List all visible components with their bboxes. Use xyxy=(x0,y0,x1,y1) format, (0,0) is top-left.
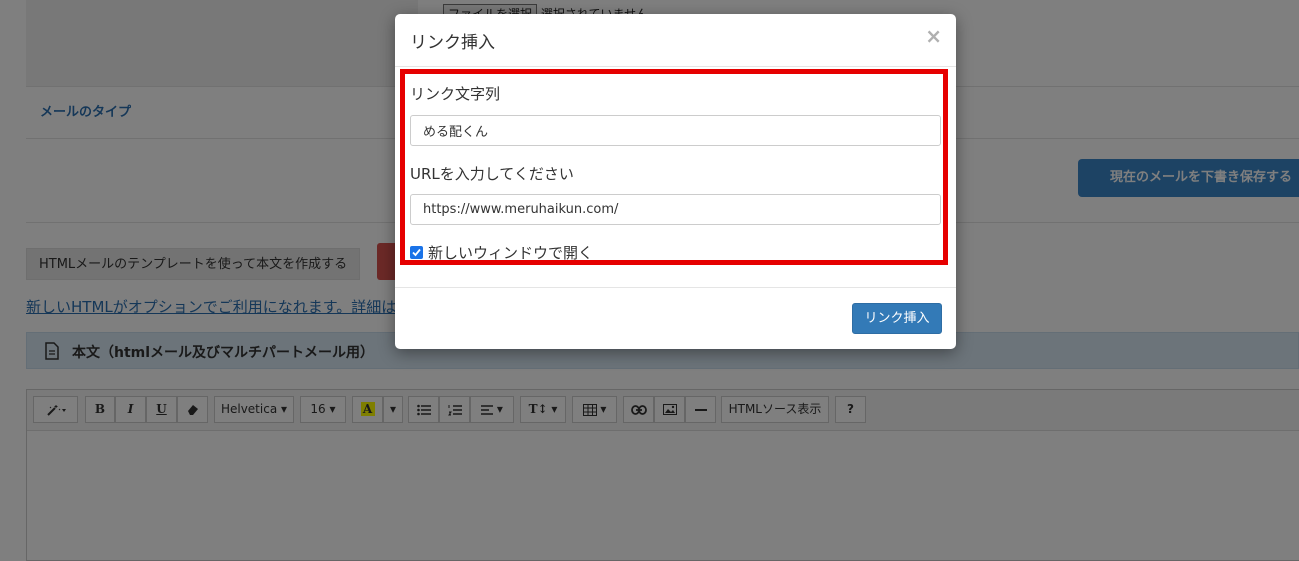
new-window-checkbox[interactable] xyxy=(410,246,423,259)
link-text-input[interactable] xyxy=(410,115,941,146)
insert-link-submit-button[interactable]: リンク挿入 xyxy=(852,303,942,334)
link-insert-dialog: リンク挿入 × リンク文字列 URLを入力してください 新しいウィンドウで開く … xyxy=(395,14,956,349)
dialog-footer-divider xyxy=(395,287,956,288)
url-input[interactable] xyxy=(410,194,941,225)
dialog-title: リンク挿入 xyxy=(410,33,495,53)
link-text-label: リンク文字列 xyxy=(410,85,501,103)
close-icon[interactable]: × xyxy=(925,24,942,48)
checkmark-icon xyxy=(412,248,421,257)
dialog-header: リンク挿入 × xyxy=(395,14,956,67)
new-window-label: 新しいウィンドウで開く xyxy=(428,244,594,262)
url-label: URLを入力してください xyxy=(410,165,574,183)
new-window-option[interactable]: 新しいウィンドウで開く xyxy=(410,242,593,263)
